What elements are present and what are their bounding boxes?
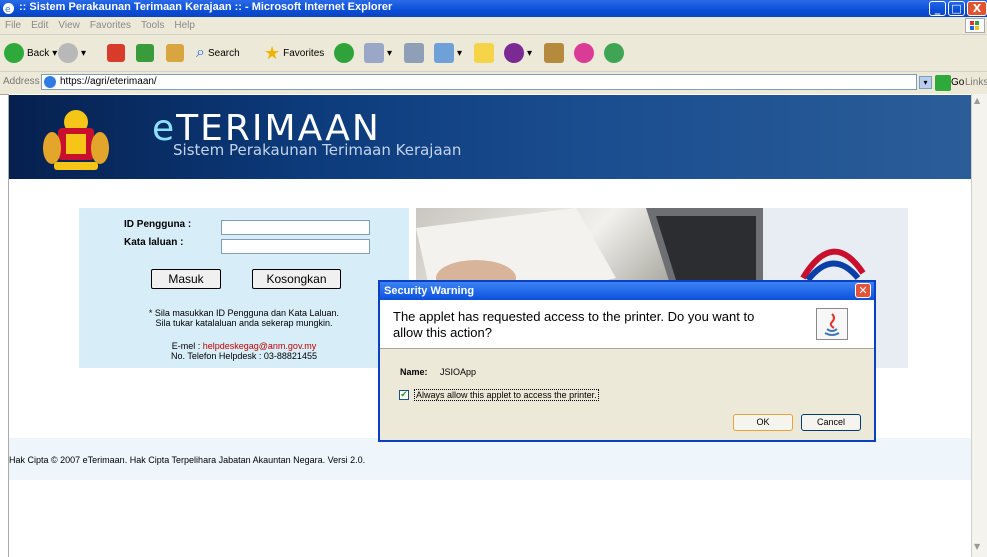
scroll-down-icon[interactable]: ▼ xyxy=(974,542,980,551)
books-icon xyxy=(544,43,564,63)
favorites-button[interactable]: ★ Favorites xyxy=(264,41,324,65)
email-prefix: E-mel : xyxy=(171,341,203,351)
forward-arrow-icon xyxy=(58,43,78,63)
login-button[interactable]: Masuk xyxy=(151,269,221,289)
yahoo-button[interactable]: ▾ xyxy=(504,41,532,65)
helpdesk-email: E-mel : helpdeskegag@anm.gov.my xyxy=(79,341,409,351)
menu-edit[interactable]: Edit xyxy=(26,17,53,34)
chevron-down-icon: ▾ xyxy=(527,47,533,59)
mail-button[interactable]: ▾ xyxy=(364,41,392,65)
vertical-scrollbar[interactable]: ▲ ▼ xyxy=(971,94,987,557)
login-note-2: Sila tukar katalaluan anda sekerap mungk… xyxy=(155,318,333,328)
dialog-title-text: Security Warning xyxy=(384,285,475,297)
address-input[interactable]: https://agri/eterimaan/ xyxy=(41,74,917,90)
stop-icon xyxy=(107,44,125,62)
address-label: Address xyxy=(3,76,40,87)
back-arrow-icon xyxy=(4,43,24,63)
chevron-down-icon: ▾ xyxy=(52,47,58,59)
back-button[interactable]: Back ▾ xyxy=(4,41,57,65)
address-bar: Address https://agri/eterimaan/ ▾ Go Lin… xyxy=(0,72,987,95)
coat-of-arms-logo xyxy=(40,104,112,176)
applet-name-value: JSIOApp xyxy=(440,367,477,377)
yahoo-icon xyxy=(504,43,524,63)
windows-logo-icon xyxy=(965,18,985,33)
notepad-icon xyxy=(474,43,494,63)
chevron-down-icon: ▾ xyxy=(81,47,87,59)
favorites-label: Favorites xyxy=(283,47,325,59)
password-input[interactable] xyxy=(221,239,370,254)
applet-name-label: Name: xyxy=(400,367,428,377)
user-id-input[interactable] xyxy=(221,220,370,235)
history-icon xyxy=(334,43,354,63)
forward-button[interactable]: ▾ xyxy=(58,41,86,65)
login-note-1: * Sila masukkan ID Pengguna dan Kata Lal… xyxy=(148,308,340,318)
dialog-message: The applet has requested access to the p… xyxy=(393,309,755,340)
copyright-footer: Hak Cipta © 2007 eTerimaan. Hak Cipta Te… xyxy=(9,455,366,465)
always-allow-label[interactable]: Always allow this applet to access the p… xyxy=(414,389,599,401)
password-label: Kata laluan : xyxy=(124,237,184,248)
printer-icon xyxy=(404,43,424,63)
cancel-button[interactable]: Cancel xyxy=(801,414,861,431)
maximize-button[interactable]: □ xyxy=(948,1,965,16)
research-button[interactable] xyxy=(544,41,564,65)
print-button[interactable] xyxy=(404,41,424,65)
history-button[interactable] xyxy=(334,41,354,65)
dialog-close-button[interactable]: ✕ xyxy=(855,283,871,298)
edit-button[interactable]: ▾ xyxy=(434,41,462,65)
dialog-header: The applet has requested access to the p… xyxy=(380,300,874,349)
people-icon xyxy=(604,43,624,63)
minimize-button[interactable]: _ xyxy=(929,1,946,16)
window-title: :: Sistem Perakaunan Terimaan Kerajaan :… xyxy=(19,1,393,13)
menu-help[interactable]: Help xyxy=(169,17,200,34)
search-label: Search xyxy=(207,47,240,59)
discuss-button[interactable] xyxy=(474,41,494,65)
search-button[interactable]: ⌕ Search xyxy=(196,41,240,65)
scroll-up-icon[interactable]: ▲ xyxy=(974,96,980,105)
address-url: https://agri/eterimaan/ xyxy=(60,76,157,87)
site-subtitle: Sistem Perakaunan Terimaan Kerajaan xyxy=(173,141,462,159)
messenger-button[interactable] xyxy=(574,41,594,65)
ie-app-icon: e xyxy=(2,2,15,15)
stop-button[interactable] xyxy=(107,41,125,65)
svg-text:e: e xyxy=(5,5,11,15)
security-warning-dialog: Security Warning ✕ The applet has reques… xyxy=(378,280,876,442)
ok-button[interactable]: OK xyxy=(733,414,793,431)
always-allow-checkbox[interactable]: ✔ xyxy=(399,390,409,400)
site-banner: eTERIMAAN Sistem Perakaunan Terimaan Ker… xyxy=(9,95,971,179)
menu-file[interactable]: File xyxy=(0,17,26,34)
go-button[interactable]: Go xyxy=(951,77,964,88)
mail-icon xyxy=(364,43,384,63)
back-label: Back xyxy=(27,47,50,59)
refresh-icon xyxy=(136,44,154,62)
star-icon: ★ xyxy=(264,42,281,63)
login-panel: ID Pengguna : Kata laluan : Masuk Kosong… xyxy=(79,208,409,368)
refresh-button[interactable] xyxy=(136,41,154,65)
menu-favorites[interactable]: Favorites xyxy=(85,17,136,34)
window-title-bar: e :: Sistem Perakaunan Terimaan Kerajaan… xyxy=(0,0,987,17)
edit-page-icon xyxy=(434,43,454,63)
reset-button[interactable]: Kosongkan xyxy=(252,269,341,289)
helpdesk-phone: No. Telefon Helpdesk : 03-88821455 xyxy=(171,351,317,361)
face-icon xyxy=(574,43,594,63)
search-icon: ⌕ xyxy=(196,44,205,61)
go-arrow-icon[interactable] xyxy=(935,75,951,91)
toolbar: Back ▾ ▾ ⌕ Search ★ Favorites ▾ ▾ ▾ xyxy=(0,35,987,72)
dialog-title: Security Warning xyxy=(380,282,874,300)
contacts-button[interactable] xyxy=(604,41,624,65)
home-button[interactable] xyxy=(166,41,184,65)
address-dropdown-icon[interactable]: ▾ xyxy=(919,76,932,89)
links-button[interactable]: Links xyxy=(965,77,987,88)
menu-bar: File Edit View Favorites Tools Help xyxy=(0,17,987,35)
menu-view[interactable]: View xyxy=(53,17,85,34)
close-window-button[interactable]: X xyxy=(967,1,987,16)
chevron-down-icon: ▾ xyxy=(457,47,463,59)
email-link[interactable]: helpdeskegag@anm.gov.my xyxy=(203,341,317,351)
chevron-down-icon: ▾ xyxy=(387,47,393,59)
user-id-label: ID Pengguna : xyxy=(124,219,192,230)
menu-tools[interactable]: Tools xyxy=(136,17,169,34)
java-icon xyxy=(816,308,848,340)
home-icon xyxy=(166,44,184,62)
page-icon xyxy=(44,76,56,88)
